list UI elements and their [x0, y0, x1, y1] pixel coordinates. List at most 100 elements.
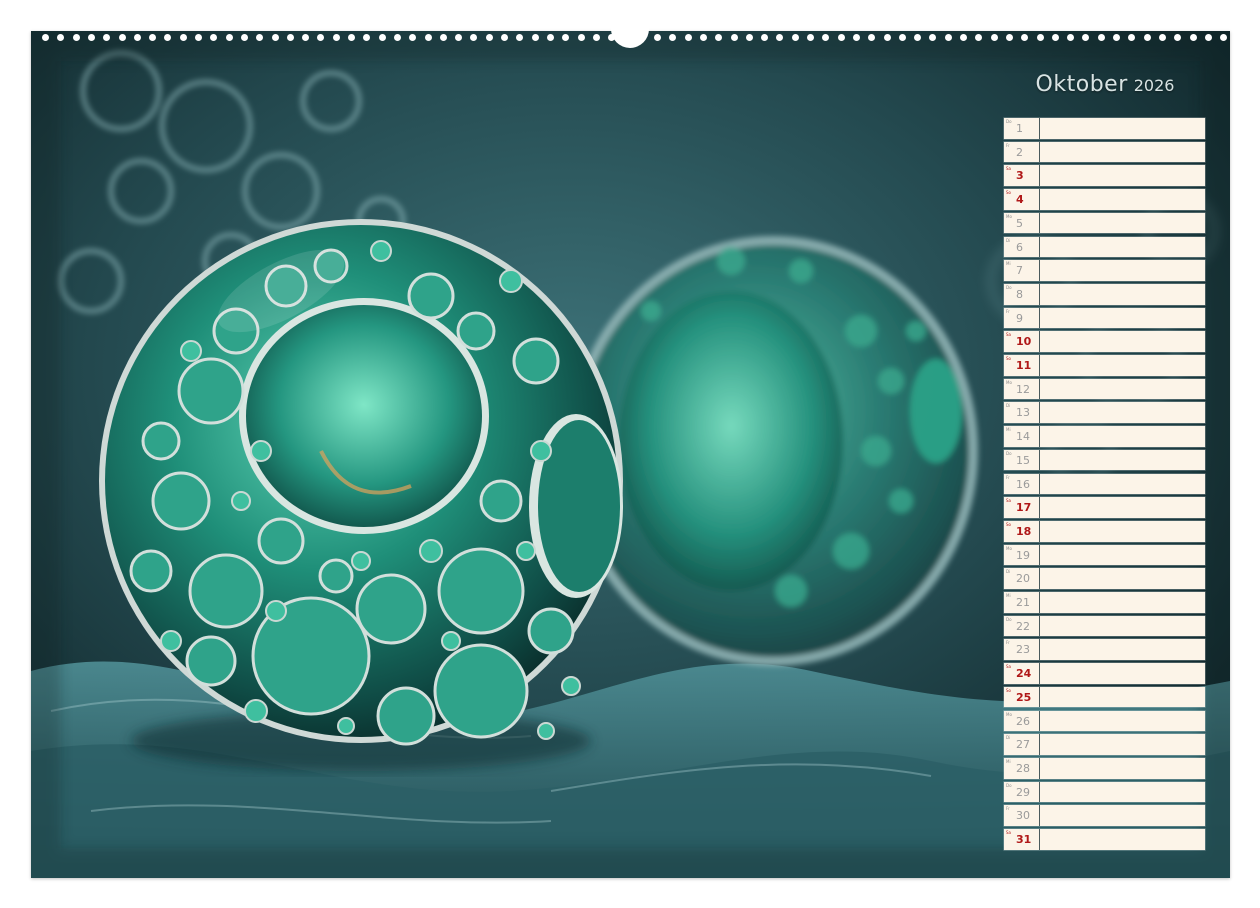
day-row[interactable]: Sa 17	[1004, 497, 1205, 518]
day-date-cell: Mi 28	[1004, 757, 1040, 779]
weekday-abbr: Do	[1006, 119, 1012, 124]
day-row[interactable]: So 18	[1004, 520, 1205, 542]
day-row[interactable]: Fr 30	[1004, 805, 1205, 826]
day-row[interactable]: So 11	[1004, 355, 1205, 376]
day-number: 5	[1016, 216, 1023, 230]
day-number: 19	[1016, 548, 1030, 562]
day-note-field[interactable]	[1041, 805, 1205, 826]
day-note-field[interactable]	[1041, 379, 1205, 400]
day-note-field[interactable]	[1041, 521, 1205, 542]
day-row[interactable]: Sa 31	[1004, 829, 1205, 850]
day-note-field[interactable]	[1041, 734, 1205, 755]
day-note-field[interactable]	[1041, 497, 1205, 518]
day-note-field[interactable]	[1041, 355, 1205, 376]
weekday-abbr: So	[1006, 190, 1011, 196]
weekday-abbr: Mi	[1006, 593, 1011, 599]
weekday-abbr: Mo	[1006, 545, 1012, 551]
day-note-field[interactable]	[1041, 616, 1205, 637]
day-row[interactable]: So 4	[1004, 189, 1205, 210]
day-date-cell: Mo 5	[1004, 212, 1040, 234]
day-date-cell: Di 20	[1004, 568, 1040, 589]
weekday-abbr: Fr	[1006, 308, 1010, 314]
day-note-field[interactable]	[1041, 189, 1205, 210]
day-row[interactable]: Do 15	[1004, 449, 1205, 471]
day-note-field[interactable]	[1041, 829, 1205, 850]
day-note-field[interactable]	[1041, 260, 1205, 281]
day-note-field[interactable]	[1041, 545, 1205, 566]
day-row[interactable]: Do 8	[1004, 283, 1205, 305]
day-note-field[interactable]	[1041, 711, 1205, 732]
day-note-field[interactable]	[1041, 237, 1205, 258]
day-row[interactable]: Mo 5	[1004, 212, 1205, 234]
day-date-cell: Fr 23	[1004, 639, 1040, 661]
weekday-abbr: Di	[1006, 237, 1011, 243]
weekday-abbr: Sa	[1006, 166, 1011, 172]
day-number: 17	[1016, 501, 1032, 515]
weekday-abbr: Do	[1006, 782, 1012, 788]
day-row[interactable]: Mo 26	[1004, 710, 1205, 732]
day-note-field[interactable]	[1041, 663, 1205, 684]
day-date-cell: Fr 9	[1004, 307, 1040, 329]
day-row[interactable]: Fr 23	[1004, 639, 1205, 661]
day-note-field[interactable]	[1041, 639, 1205, 660]
day-number: 7	[1016, 264, 1023, 278]
day-date-cell: Mo 12	[1004, 378, 1040, 400]
day-row[interactable]: Fr 9	[1004, 307, 1205, 329]
day-note-field[interactable]	[1041, 758, 1205, 779]
day-note-field[interactable]	[1041, 592, 1205, 613]
day-date-cell: Do 8	[1004, 283, 1040, 305]
day-note-field[interactable]	[1041, 284, 1205, 305]
day-note-field[interactable]	[1041, 474, 1205, 495]
day-number: 29	[1016, 785, 1030, 799]
day-row[interactable]: Do 29	[1004, 781, 1205, 803]
day-note-field[interactable]	[1041, 450, 1205, 471]
weekday-abbr: Fr	[1006, 806, 1010, 812]
day-row[interactable]: Mo 19	[1004, 544, 1205, 566]
day-row[interactable]: So 25	[1004, 686, 1205, 708]
day-note-field[interactable]	[1041, 568, 1205, 589]
day-number: 25	[1016, 690, 1032, 704]
day-note-field[interactable]	[1041, 331, 1205, 352]
day-note-field[interactable]	[1041, 426, 1205, 447]
day-note-field[interactable]	[1041, 308, 1205, 329]
day-note-field[interactable]	[1041, 213, 1205, 234]
year-label: 2026	[1133, 76, 1175, 95]
day-note-field[interactable]	[1041, 782, 1205, 803]
day-row[interactable]: Do 22	[1004, 615, 1205, 637]
month-name: Oktober	[1035, 72, 1128, 97]
day-row[interactable]: Mi 14	[1004, 426, 1205, 447]
day-date-cell: So 25	[1004, 686, 1040, 708]
day-row[interactable]: Mi 28	[1004, 757, 1205, 779]
day-row[interactable]: Sa 24	[1004, 663, 1205, 684]
day-row[interactable]: Fr 2	[1004, 141, 1205, 163]
day-row[interactable]: Di 27	[1004, 734, 1205, 755]
day-note-field[interactable]	[1041, 165, 1205, 186]
day-row[interactable]: Sa 10	[1004, 331, 1205, 352]
day-number: 14	[1016, 430, 1030, 444]
weekday-abbr: Sa	[1006, 830, 1011, 836]
day-note-field[interactable]	[1041, 402, 1205, 423]
day-date-cell: Di 6	[1004, 236, 1040, 258]
weekday-abbr: Mo	[1006, 213, 1012, 219]
day-row[interactable]: Mi 7	[1004, 260, 1205, 281]
day-row[interactable]: Do 1	[1004, 118, 1205, 139]
day-row[interactable]: Fr 16	[1004, 473, 1205, 495]
day-number: 13	[1016, 406, 1030, 420]
calendar-sheet: Oktober 2026 Do 1 Fr 2 Sa 3 So 4 Mo 5 Di 6 Mi 7 Do 8 Fr 9 S…	[0, 0, 1260, 908]
weekday-abbr: Sa	[1006, 332, 1011, 338]
day-row[interactable]: Di 20	[1004, 568, 1205, 589]
day-row[interactable]: Sa 3	[1004, 165, 1205, 186]
day-note-field[interactable]	[1041, 142, 1205, 163]
day-date-cell: Mi 21	[1004, 592, 1040, 613]
day-row[interactable]: Di 13	[1004, 402, 1205, 424]
day-row[interactable]: Di 6	[1004, 236, 1205, 258]
day-date-cell: Do 29	[1004, 781, 1040, 803]
day-date-cell: Mi 7	[1004, 260, 1040, 281]
day-note-field[interactable]	[1041, 118, 1205, 139]
weekday-abbr: Mi	[1006, 758, 1011, 764]
weekday-abbr: Mo	[1006, 379, 1012, 385]
day-row[interactable]: Mo 12	[1004, 378, 1205, 400]
day-note-field[interactable]	[1041, 687, 1205, 708]
day-date-cell: So 4	[1004, 189, 1040, 210]
day-row[interactable]: Mi 21	[1004, 592, 1205, 613]
